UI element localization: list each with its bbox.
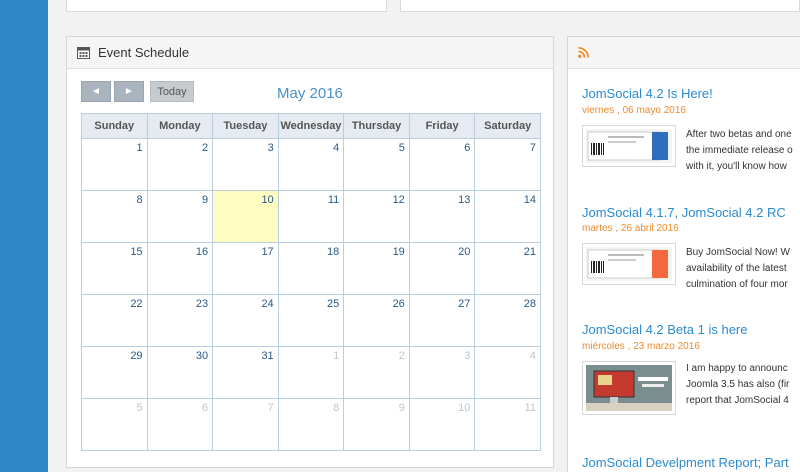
calendar-day[interactable]: 19 — [343, 242, 410, 295]
calendar-day[interactable]: 8 — [81, 190, 148, 243]
calendar-day[interactable]: 24 — [212, 294, 279, 347]
calendar-day-other-month[interactable]: 2 — [343, 346, 410, 399]
calendar-day[interactable]: 14 — [474, 190, 541, 243]
calendar-day[interactable]: 5 — [343, 138, 410, 191]
calendar-day[interactable]: 18 — [277, 242, 345, 295]
calendar-day-other-month[interactable]: 10 — [408, 398, 476, 451]
rss-icon — [578, 47, 589, 58]
calendar-day[interactable]: 25 — [277, 294, 345, 347]
calendar-grid: Sunday Monday Tuesday Wednesday Thursday Frid… — [81, 113, 541, 451]
calendar-week-row: 5 6 7 8 9 10 11 — [81, 398, 541, 451]
excerpt-line: with it, you'll know how — [686, 161, 787, 172]
calendar-day[interactable]: 12 — [343, 190, 410, 243]
excerpt-line: the immediate release o — [686, 145, 793, 156]
left-sidebar — [0, 0, 48, 472]
feed-item-title-3[interactable]: JomSocial 4.2 Beta 1 is here — [582, 322, 747, 337]
calendar-week-row: 15 16 17 18 19 20 21 — [81, 242, 541, 295]
weekday-header: Monday — [146, 113, 214, 139]
feed-item-excerpt-3: I am happy to announc Joomla 3.5 has als… — [686, 361, 789, 409]
feed-item-date-1: viernes , 06 mayo 2016 — [582, 105, 686, 116]
calendar-day-other-month[interactable]: 7 — [212, 398, 279, 451]
event-schedule-panel: Event Schedule ◄ ► Today May 2016 Sunday… — [66, 36, 554, 468]
calendar-day[interactable]: 2 — [146, 138, 214, 191]
prev-month-button[interactable]: ◄ — [81, 81, 111, 102]
calendar-day[interactable]: 11 — [277, 190, 345, 243]
calendar-day-other-month[interactable]: 4 — [474, 346, 541, 399]
calendar-day-other-month[interactable]: 9 — [343, 398, 410, 451]
calendar-day[interactable]: 15 — [81, 242, 148, 295]
feed-item-title-1[interactable]: JomSocial 4.2 Is Here! — [582, 86, 713, 101]
weekday-header: Tuesday — [212, 113, 279, 139]
feed-item-excerpt-1: After two betas and one the immediate re… — [686, 127, 793, 175]
excerpt-line: After two betas and one — [686, 129, 792, 140]
calendar-day[interactable]: 26 — [343, 294, 410, 347]
calendar-day[interactable]: 20 — [408, 242, 476, 295]
feed-item-title-2[interactable]: JomSocial 4.1.7, JomSocial 4.2 RC — [582, 205, 786, 220]
feed-item-excerpt-2: Buy JomSocial Now! W availability of the… — [686, 245, 790, 293]
calendar-day[interactable]: 30 — [146, 346, 214, 399]
calendar-day[interactable]: 17 — [212, 242, 279, 295]
excerpt-line: report that JomSocial 4 — [686, 395, 789, 406]
next-month-button[interactable]: ► — [114, 81, 144, 102]
feed-item-date-2: martes , 26 abril 2016 — [582, 223, 679, 234]
weekday-header: Thursday — [343, 113, 410, 139]
calendar-day[interactable]: 27 — [408, 294, 476, 347]
calendar-day[interactable]: 16 — [146, 242, 214, 295]
calendar-day[interactable]: 4 — [277, 138, 345, 191]
calendar-day[interactable]: 28 — [474, 294, 541, 347]
feed-item-date-3: miércoles , 23 marzo 2016 — [582, 341, 700, 352]
rss-feed-panel: JomSocial 4.2 Is Here! viernes , 06 mayo… — [567, 36, 800, 472]
calendar-week-row: 22 23 24 25 26 27 28 — [81, 294, 541, 347]
calendar-day[interactable]: 3 — [212, 138, 279, 191]
month-title: May 2016 — [277, 85, 343, 102]
calendar-day[interactable]: 1 — [81, 138, 148, 191]
calendar-week-row: 29 30 31 1 2 3 4 — [81, 346, 541, 399]
calendar-toolbar: ◄ ► Today — [81, 81, 194, 102]
calendar-day-other-month[interactable]: 6 — [146, 398, 214, 451]
excerpt-line: Joomla 3.5 has also (fir — [686, 379, 790, 390]
calendar-icon — [77, 46, 90, 59]
calendar-day-other-month[interactable]: 3 — [408, 346, 476, 399]
calendar-day[interactable]: 10 — [212, 190, 279, 243]
calendar-day[interactable]: 9 — [146, 190, 214, 243]
event-schedule-header: Event Schedule — [67, 37, 553, 69]
excerpt-line: I am happy to announc — [686, 363, 788, 374]
top-right-panel-edge — [400, 0, 800, 12]
calendar-day[interactable]: 22 — [81, 294, 148, 347]
calendar-day-other-month[interactable]: 5 — [81, 398, 148, 451]
calendar-day-other-month[interactable]: 1 — [277, 346, 345, 399]
today-button[interactable]: Today — [150, 81, 194, 102]
calendar-day[interactable]: 21 — [474, 242, 541, 295]
calendar-day[interactable]: 7 — [474, 138, 541, 191]
calendar-day-other-month[interactable]: 8 — [277, 398, 345, 451]
feed-item-title-4[interactable]: JomSocial Develpment Report; Part — [582, 455, 789, 470]
calendar-day[interactable]: 23 — [146, 294, 214, 347]
feed-item-thumbnail-2[interactable] — [582, 243, 676, 285]
excerpt-line: Buy JomSocial Now! W — [686, 247, 790, 258]
excerpt-line: culmination of four mor — [686, 279, 788, 290]
calendar-week-row: 8 9 10 11 12 13 14 — [81, 190, 541, 243]
weekday-header: Wednesday — [277, 113, 345, 139]
feed-item-thumbnail-1[interactable] — [582, 125, 676, 167]
calendar-day[interactable]: 13 — [408, 190, 476, 243]
weekday-header: Saturday — [474, 113, 541, 139]
calendar-day[interactable]: 31 — [212, 346, 279, 399]
calendar-day-other-month[interactable]: 11 — [474, 398, 541, 451]
weekday-header: Sunday — [81, 113, 148, 139]
excerpt-line: availability of the latest — [686, 263, 787, 274]
calendar-day[interactable]: 29 — [81, 346, 148, 399]
top-left-panel-edge — [66, 0, 387, 12]
feed-item-thumbnail-3[interactable] — [582, 361, 676, 415]
rss-feed-header — [568, 37, 800, 69]
calendar-week-row: 1234567 — [81, 138, 541, 191]
calendar-day[interactable]: 6 — [408, 138, 476, 191]
weekday-header: Friday — [408, 113, 476, 139]
panel-title: Event Schedule — [98, 45, 190, 60]
